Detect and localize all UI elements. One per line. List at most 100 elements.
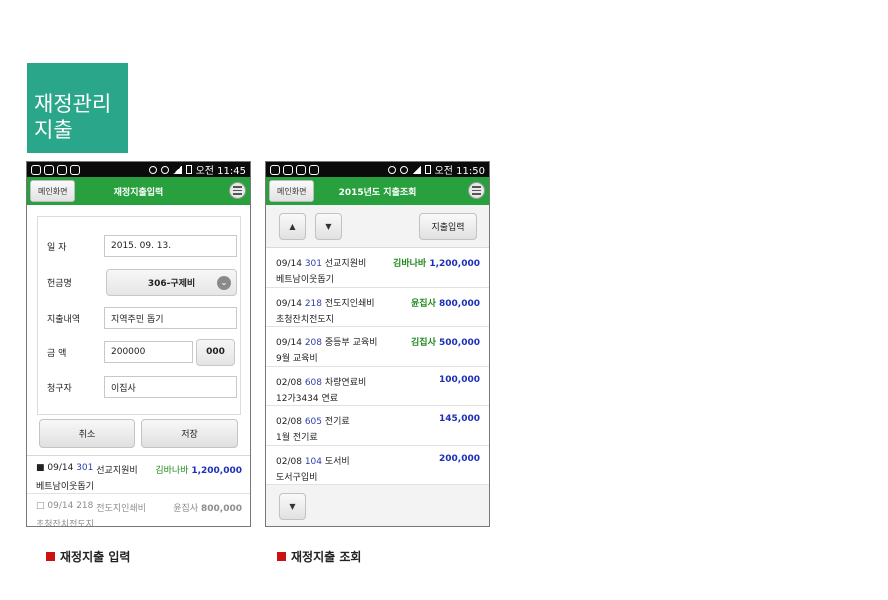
wifi-icon (160, 165, 169, 174)
item-code: 301 (76, 463, 94, 473)
item-amount: 800,000 (201, 504, 242, 514)
item-name: 전도지인쇄비 (324, 298, 375, 309)
list-item[interactable]: 09/14 218 전도지인쇄비 초청잔치전도지 윤집사 800,000 (266, 288, 489, 327)
list-item[interactable]: 02/08 608 차량연료비 12가3434 연료 100,000 (266, 367, 489, 406)
status-time: 오전 11:50 (434, 166, 485, 177)
caption-marker-icon (46, 552, 55, 561)
list-item[interactable]: 02/08 104 도서비 도서구입비 200,000 (266, 446, 489, 485)
account-select-value: 306-구제비 (147, 278, 196, 289)
item-date: 02/08 (276, 377, 302, 388)
requester-label: 청구자 (47, 383, 72, 394)
item-requester: 김집사 (411, 338, 436, 348)
phone-screen-input: 오전 11:45 메인화면 재정지출입력 일 자 2015. 09. 13. 헌… (26, 161, 251, 527)
description-field[interactable]: 지역주민 돕기 (104, 307, 237, 329)
amount-row: 금 액 200000 000 (47, 338, 237, 366)
list-item[interactable]: ■ 09/14 301 선교지원비 베트남이웃돕기 김바나바 1,200,000 (27, 456, 250, 494)
item-amount: 1,200,000 (191, 466, 242, 476)
scroll-down-button[interactable]: ▼ (315, 213, 342, 240)
item-code: 608 (304, 377, 322, 388)
item-name: 중등부 교육비 (324, 338, 378, 348)
item-requester: 윤집사 (411, 298, 436, 309)
item-requester: 윤집사 (173, 504, 199, 514)
notification-icon (270, 164, 280, 175)
notification-icon (283, 164, 293, 175)
caption-marker-icon (277, 552, 286, 561)
item-code: 104 (304, 456, 322, 467)
battery-icon (185, 165, 192, 174)
amount-field[interactable]: 200000 (104, 341, 193, 363)
caption-text: 재정지출 조회 (291, 550, 362, 564)
item-code: 301 (304, 259, 322, 269)
item-memo: 베트남이웃돕기 (36, 482, 94, 492)
description-row: 지출내역 지역주민 돕기 (47, 307, 237, 329)
item-amount: 100,000 (439, 374, 480, 385)
item-code: 208 (304, 338, 322, 348)
status-bar: 오전 11:50 (266, 162, 489, 177)
notification-icon (70, 164, 80, 175)
item-amount: 800,000 (439, 298, 480, 309)
item-name: 도서비 (324, 456, 350, 467)
app-bar: 메인화면 재정지출입력 (27, 177, 250, 205)
main-menu-button[interactable]: 메인화면 (30, 180, 76, 202)
notification-icon (31, 164, 41, 175)
section-title-tile: 재정관리 지출 (27, 63, 128, 153)
item-amount: 1,200,000 (429, 259, 480, 269)
account-select[interactable]: 306-구제비 ⌄ (106, 268, 237, 296)
account-label: 헌금명 (47, 278, 72, 289)
date-label: 일 자 (47, 242, 67, 253)
item-memo: 초청잔치전도지 (276, 314, 334, 325)
date-field[interactable]: 2015. 09. 13. (104, 235, 237, 257)
item-name: 선교지원비 (96, 466, 138, 476)
expense-input-button[interactable]: 지출입력 (419, 213, 477, 240)
item-memo: 도서구입비 (276, 472, 318, 483)
notification-icon (296, 164, 306, 175)
list-item[interactable]: □ 09/14 218 전도지인쇄비 초청잔치전도지 윤집사 800,000 (27, 494, 250, 526)
list-item[interactable]: 02/08 605 전기료 1월 전기료 145,000 (266, 406, 489, 446)
app-bar: 메인화면 2015년도 지출조회 (266, 177, 489, 205)
caption-input: 재정지출 입력 (46, 548, 130, 565)
cancel-button[interactable]: 취소 (39, 419, 135, 448)
battery-icon (424, 165, 431, 174)
notification-icon (44, 164, 54, 175)
item-memo: 9월 교육비 (276, 354, 318, 364)
alarm-icon (148, 165, 157, 174)
chevron-down-icon: ⌄ (217, 275, 231, 290)
item-requester: 김바나바 (393, 259, 427, 269)
list-item[interactable]: 09/14 208 중등부 교육비 9월 교육비 김집사 500,000 (266, 327, 489, 367)
caption-text: 재정지출 입력 (60, 550, 131, 564)
item-name: 차량연료비 (324, 377, 367, 388)
item-code: 218 (76, 501, 94, 511)
status-time: 오전 11:45 (195, 166, 246, 177)
item-requester: 김바나바 (155, 466, 189, 476)
item-amount: 500,000 (439, 338, 480, 348)
phone-screen-list: 오전 11:50 메인화면 2015년도 지출조회 ▲ ▼ 지출입력 09/14… (265, 161, 490, 527)
caption-list: 재정지출 조회 (277, 548, 361, 565)
amount-label: 금 액 (47, 348, 67, 359)
item-memo: 1월 전기료 (276, 433, 318, 443)
list-footer: ▼ (266, 485, 489, 526)
save-button[interactable]: 저장 (141, 419, 238, 448)
item-date: 09/14 (47, 501, 74, 511)
item-memo: 베트남이웃돕기 (276, 275, 334, 285)
scroll-down-button[interactable]: ▼ (279, 493, 306, 520)
item-bullet: □ (36, 501, 45, 511)
wifi-icon (399, 165, 408, 174)
date-row: 일 자 2015. 09. 13. (47, 235, 237, 257)
item-memo: 12가3434 연료 (276, 393, 339, 404)
item-bullet: ■ (36, 463, 45, 473)
screen-title: 2015년도 지출조회 (338, 187, 417, 198)
expense-list: 09/14 301 선교지원비 베트남이웃돕기 김바나바 1,200,000 0… (266, 248, 489, 485)
signal-icon (172, 165, 182, 174)
menu-icon[interactable] (468, 182, 485, 199)
item-amount: 200,000 (439, 453, 480, 464)
item-date: 09/14 (276, 338, 302, 348)
alarm-icon (387, 165, 396, 174)
list-item[interactable]: 09/14 301 선교지원비 베트남이웃돕기 김바나바 1,200,000 (266, 248, 489, 288)
main-menu-button[interactable]: 메인화면 (269, 180, 315, 202)
menu-icon[interactable] (229, 182, 246, 199)
item-date: 02/08 (276, 456, 302, 467)
requester-field[interactable]: 이집사 (104, 376, 237, 398)
amount-thousands-button[interactable]: 000 (196, 338, 235, 366)
item-code: 605 (304, 417, 322, 427)
scroll-up-button[interactable]: ▲ (279, 213, 306, 240)
